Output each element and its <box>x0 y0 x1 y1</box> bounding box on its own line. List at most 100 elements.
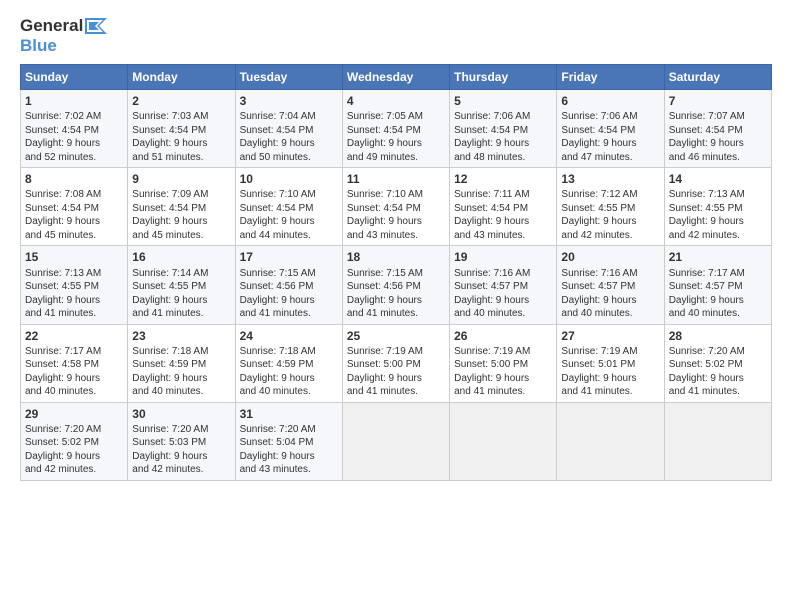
day-info: Sunrise: 7:04 AM <box>240 110 338 124</box>
day-number: 7 <box>669 93 767 109</box>
day-info: and 41 minutes. <box>132 307 230 321</box>
day-info: and 52 minutes. <box>25 151 123 165</box>
day-info: and 43 minutes. <box>454 229 552 243</box>
day-info: Sunrise: 7:10 AM <box>240 188 338 202</box>
day-info: Daylight: 9 hours <box>347 215 445 229</box>
day-info: Sunrise: 7:19 AM <box>561 345 659 359</box>
day-number: 27 <box>561 328 659 344</box>
calendar-cell: 14Sunrise: 7:13 AMSunset: 4:55 PMDayligh… <box>664 168 771 246</box>
day-info: Sunrise: 7:17 AM <box>669 267 767 281</box>
day-info: Sunset: 4:54 PM <box>25 202 123 216</box>
day-number: 23 <box>132 328 230 344</box>
day-info: Sunrise: 7:11 AM <box>454 188 552 202</box>
day-info: Sunrise: 7:13 AM <box>669 188 767 202</box>
day-info: Daylight: 9 hours <box>347 294 445 308</box>
day-number: 21 <box>669 249 767 265</box>
calendar-week-row: 8Sunrise: 7:08 AMSunset: 4:54 PMDaylight… <box>21 168 772 246</box>
day-info: Sunset: 4:55 PM <box>25 280 123 294</box>
day-info: Daylight: 9 hours <box>132 450 230 464</box>
day-info: and 40 minutes. <box>132 385 230 399</box>
day-info: Sunset: 4:54 PM <box>669 124 767 138</box>
day-info: Sunrise: 7:06 AM <box>454 110 552 124</box>
day-number: 13 <box>561 171 659 187</box>
col-header-friday: Friday <box>557 65 664 90</box>
day-info: and 50 minutes. <box>240 151 338 165</box>
calendar-table: SundayMondayTuesdayWednesdayThursdayFrid… <box>20 64 772 481</box>
day-info: Sunrise: 7:12 AM <box>561 188 659 202</box>
day-info: Sunset: 4:54 PM <box>25 124 123 138</box>
calendar-cell: 9Sunrise: 7:09 AMSunset: 4:54 PMDaylight… <box>128 168 235 246</box>
day-info: Sunrise: 7:20 AM <box>669 345 767 359</box>
day-info: and 40 minutes. <box>561 307 659 321</box>
day-info: Sunrise: 7:05 AM <box>347 110 445 124</box>
day-info: Sunset: 4:59 PM <box>240 358 338 372</box>
day-info: Sunrise: 7:06 AM <box>561 110 659 124</box>
day-info: Daylight: 9 hours <box>669 137 767 151</box>
day-info: Sunrise: 7:13 AM <box>25 267 123 281</box>
calendar-cell: 16Sunrise: 7:14 AMSunset: 4:55 PMDayligh… <box>128 246 235 324</box>
day-number: 18 <box>347 249 445 265</box>
day-info: Sunrise: 7:02 AM <box>25 110 123 124</box>
day-info: Daylight: 9 hours <box>347 372 445 386</box>
calendar-cell: 24Sunrise: 7:18 AMSunset: 4:59 PMDayligh… <box>235 324 342 402</box>
day-info: and 51 minutes. <box>132 151 230 165</box>
day-info: Sunrise: 7:17 AM <box>25 345 123 359</box>
col-header-monday: Monday <box>128 65 235 90</box>
day-number: 24 <box>240 328 338 344</box>
day-info: and 42 minutes. <box>132 463 230 477</box>
calendar-cell <box>557 402 664 480</box>
day-info: Sunset: 4:54 PM <box>132 202 230 216</box>
calendar-cell <box>342 402 449 480</box>
day-info: and 41 minutes. <box>561 385 659 399</box>
calendar-cell: 15Sunrise: 7:13 AMSunset: 4:55 PMDayligh… <box>21 246 128 324</box>
day-info: and 45 minutes. <box>25 229 123 243</box>
day-number: 4 <box>347 93 445 109</box>
day-info: Sunrise: 7:18 AM <box>132 345 230 359</box>
day-info: and 43 minutes. <box>240 463 338 477</box>
day-number: 22 <box>25 328 123 344</box>
calendar-cell: 29Sunrise: 7:20 AMSunset: 5:02 PMDayligh… <box>21 402 128 480</box>
day-number: 10 <box>240 171 338 187</box>
calendar-cell: 11Sunrise: 7:10 AMSunset: 4:54 PMDayligh… <box>342 168 449 246</box>
logo: General Blue <box>20 16 107 56</box>
calendar-header-row: SundayMondayTuesdayWednesdayThursdayFrid… <box>21 65 772 90</box>
day-info: Daylight: 9 hours <box>561 372 659 386</box>
day-info: Daylight: 9 hours <box>561 294 659 308</box>
day-info: Sunrise: 7:08 AM <box>25 188 123 202</box>
logo-flag-icon <box>85 18 107 34</box>
day-number: 8 <box>25 171 123 187</box>
day-info: and 42 minutes. <box>669 229 767 243</box>
day-number: 26 <box>454 328 552 344</box>
day-number: 3 <box>240 93 338 109</box>
calendar-cell: 8Sunrise: 7:08 AMSunset: 4:54 PMDaylight… <box>21 168 128 246</box>
day-info: Sunrise: 7:20 AM <box>240 423 338 437</box>
day-number: 11 <box>347 171 445 187</box>
day-info: and 41 minutes. <box>669 385 767 399</box>
day-info: Daylight: 9 hours <box>132 215 230 229</box>
day-info: Daylight: 9 hours <box>132 137 230 151</box>
day-info: Sunset: 4:57 PM <box>454 280 552 294</box>
day-info: Daylight: 9 hours <box>669 215 767 229</box>
day-info: Daylight: 9 hours <box>25 215 123 229</box>
calendar-cell: 1Sunrise: 7:02 AMSunset: 4:54 PMDaylight… <box>21 90 128 168</box>
day-info: Sunset: 5:00 PM <box>454 358 552 372</box>
calendar-cell: 27Sunrise: 7:19 AMSunset: 5:01 PMDayligh… <box>557 324 664 402</box>
day-info: Sunrise: 7:15 AM <box>347 267 445 281</box>
day-info: Sunset: 4:55 PM <box>132 280 230 294</box>
day-info: Sunrise: 7:15 AM <box>240 267 338 281</box>
day-info: and 48 minutes. <box>454 151 552 165</box>
day-info: and 41 minutes. <box>347 307 445 321</box>
day-info: Sunset: 4:54 PM <box>347 202 445 216</box>
day-info: Daylight: 9 hours <box>669 294 767 308</box>
calendar-cell: 30Sunrise: 7:20 AMSunset: 5:03 PMDayligh… <box>128 402 235 480</box>
day-info: and 49 minutes. <box>347 151 445 165</box>
day-info: and 46 minutes. <box>669 151 767 165</box>
day-info: Daylight: 9 hours <box>561 215 659 229</box>
calendar-week-row: 1Sunrise: 7:02 AMSunset: 4:54 PMDaylight… <box>21 90 772 168</box>
day-info: and 40 minutes. <box>240 385 338 399</box>
day-info: and 42 minutes. <box>561 229 659 243</box>
calendar-cell: 12Sunrise: 7:11 AMSunset: 4:54 PMDayligh… <box>450 168 557 246</box>
day-info: Daylight: 9 hours <box>240 450 338 464</box>
day-info: Sunset: 4:57 PM <box>561 280 659 294</box>
calendar-cell: 17Sunrise: 7:15 AMSunset: 4:56 PMDayligh… <box>235 246 342 324</box>
